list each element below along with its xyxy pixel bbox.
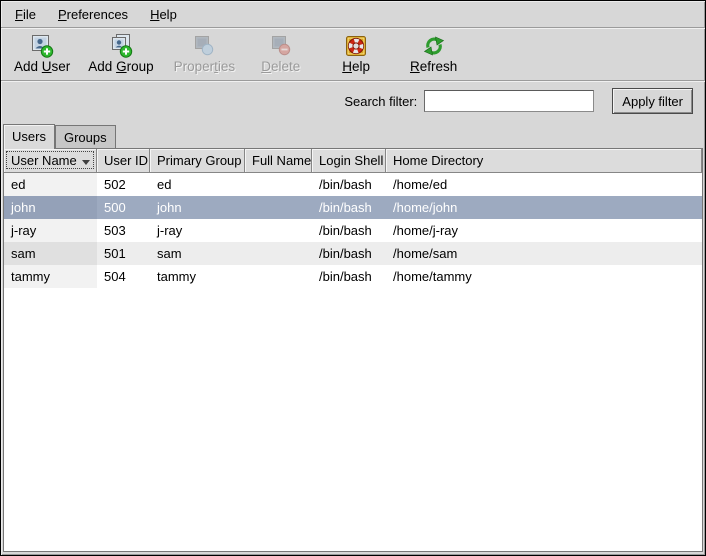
help-button[interactable]: Help [335, 31, 377, 76]
cell-home-directory: /home/ed [386, 173, 702, 196]
user-manager-window: File Preferences Help Add User [0, 0, 706, 556]
cell-user-name: ed [4, 173, 97, 196]
cell-user-name: j-ray [4, 219, 97, 242]
menubar: File Preferences Help [1, 1, 705, 28]
add-user-icon [30, 34, 54, 58]
add-group-label: Add Group [88, 59, 153, 74]
column-header-home-directory[interactable]: Home Directory [386, 149, 702, 173]
column-header-login-shell[interactable]: Login Shell [312, 149, 386, 173]
cell-home-directory: /home/j-ray [386, 219, 702, 242]
tab-users[interactable]: Users [3, 124, 55, 149]
users-table: User Name User ID Primary Group Full Nam… [3, 148, 703, 552]
apply-filter-button[interactable]: Apply filter [612, 88, 693, 114]
cell-primary-group: john [150, 196, 245, 219]
cell-login-shell: /bin/bash [312, 196, 386, 219]
cell-user-name: tammy [4, 265, 97, 288]
add-group-button[interactable]: Add Group [81, 31, 160, 76]
table-row[interactable]: j-ray 503 j-ray /bin/bash /home/j-ray [4, 219, 702, 242]
add-user-label: Add User [14, 59, 70, 74]
cell-user-name: john [4, 196, 97, 219]
delete-button: Delete [254, 31, 307, 76]
cell-primary-group: j-ray [150, 219, 245, 242]
properties-button: Properties [167, 31, 243, 76]
search-filter-input[interactable] [424, 90, 594, 112]
column-header-user-name[interactable]: User Name [4, 149, 97, 173]
cell-full-name [245, 219, 312, 242]
toolbar: Add User Add Group [1, 28, 705, 81]
cell-user-id: 501 [97, 242, 150, 265]
menu-help[interactable]: Help [146, 5, 181, 24]
table-row[interactable]: ed 502 ed /bin/bash /home/ed [4, 173, 702, 196]
table-row-selected[interactable]: john 500 john /bin/bash /home/john [4, 196, 702, 219]
table-header-row: User Name User ID Primary Group Full Nam… [4, 149, 702, 173]
properties-icon [192, 34, 216, 58]
cell-full-name [245, 173, 312, 196]
cell-full-name [245, 265, 312, 288]
column-header-full-name[interactable]: Full Name [245, 149, 312, 173]
cell-login-shell: /bin/bash [312, 173, 386, 196]
cell-primary-group: tammy [150, 265, 245, 288]
table-row[interactable]: sam 501 sam /bin/bash /home/sam [4, 242, 702, 265]
cell-home-directory: /home/sam [386, 242, 702, 265]
add-group-icon [109, 34, 133, 58]
table-row[interactable]: tammy 504 tammy /bin/bash /home/tammy [4, 265, 702, 288]
search-filter-label: Search filter: [344, 94, 417, 109]
column-header-user-id[interactable]: User ID [97, 149, 150, 173]
tab-groups[interactable]: Groups [55, 125, 116, 148]
cell-login-shell: /bin/bash [312, 219, 386, 242]
delete-label: Delete [261, 59, 300, 74]
cell-login-shell: /bin/bash [312, 242, 386, 265]
cell-home-directory: /home/tammy [386, 265, 702, 288]
delete-icon [269, 34, 293, 58]
cell-user-id: 502 [97, 173, 150, 196]
cell-user-name: sam [4, 242, 97, 265]
refresh-icon [422, 34, 446, 58]
tabstrip: Users Groups [1, 121, 705, 148]
menu-preferences[interactable]: Preferences [54, 5, 132, 24]
sort-arrow-icon [82, 160, 90, 165]
cell-user-id: 504 [97, 265, 150, 288]
cell-home-directory: /home/john [386, 196, 702, 219]
cell-full-name [245, 196, 312, 219]
properties-label: Properties [174, 59, 236, 74]
cell-login-shell: /bin/bash [312, 265, 386, 288]
column-header-primary-group[interactable]: Primary Group [150, 149, 245, 173]
cell-user-id: 503 [97, 219, 150, 242]
help-icon [344, 34, 368, 58]
column-header-label: User Name [11, 153, 77, 168]
cell-primary-group: sam [150, 242, 245, 265]
filter-row: Search filter: Apply filter [1, 81, 705, 121]
menu-file[interactable]: File [11, 5, 40, 24]
help-label: Help [342, 59, 370, 74]
cell-user-id: 500 [97, 196, 150, 219]
refresh-button[interactable]: Refresh [403, 31, 464, 76]
add-user-button[interactable]: Add User [7, 31, 77, 76]
cell-primary-group: ed [150, 173, 245, 196]
cell-full-name [245, 242, 312, 265]
refresh-label: Refresh [410, 59, 457, 74]
